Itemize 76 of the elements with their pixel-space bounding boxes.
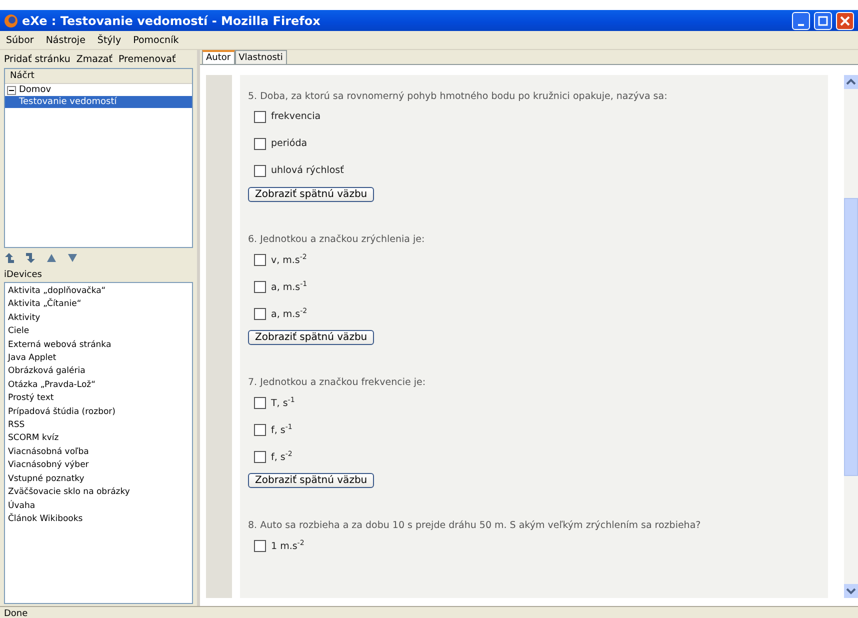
tab[interactable]: Autor — [202, 50, 235, 64]
tab[interactable]: Vlastnosti — [234, 50, 287, 64]
list-item[interactable]: RSS — [8, 419, 189, 432]
list-item[interactable]: Aktivity — [8, 312, 189, 326]
move-up-icon[interactable] — [46, 253, 57, 263]
question-text: 6. Jednotkou a značkou zrýchlenia je: — [248, 234, 426, 245]
feedback-button[interactable]: Zobraziť spätnú väzbu — [248, 473, 374, 488]
list-item[interactable]: Prostý text — [8, 392, 189, 406]
checkbox[interactable] — [254, 254, 266, 266]
minimize-button[interactable] — [792, 12, 810, 30]
option-label: perióda — [271, 138, 308, 149]
checkbox[interactable] — [254, 540, 266, 552]
list-item[interactable]: Prípadová štúdia (rozbor) — [8, 406, 189, 420]
tree-item[interactable]: Testovanie vedomostí — [5, 96, 192, 108]
option-label: uhlová rýchlosť — [271, 165, 344, 176]
checkbox[interactable] — [254, 110, 266, 122]
list-item[interactable]: Aktivita „doplňovačka“ — [8, 285, 189, 298]
status-text: Done — [0, 606, 858, 618]
menu-item[interactable]: Nástroje — [46, 34, 86, 46]
list-item[interactable]: Obrázková galéria — [8, 365, 189, 379]
scroll-down-icon[interactable] — [844, 584, 858, 598]
list-item[interactable]: Ciele — [8, 325, 189, 339]
menu-item[interactable]: Štýly — [97, 34, 122, 46]
checkbox[interactable] — [254, 424, 266, 436]
option-label: a, m.s$^{-1}$ — [271, 280, 308, 294]
list-item[interactable]: Viacnásobná voľba — [8, 446, 189, 460]
checkbox[interactable] — [254, 164, 266, 176]
scroll-up-icon[interactable] — [844, 75, 858, 89]
list-item[interactable]: Otázka „Pravda-Lož“ — [8, 378, 189, 392]
collapse-icon[interactable] — [7, 86, 16, 94]
question-text: 8. Auto sa rozbieha a za dobu 10 s prejde dráhu 50 m. S akým veľkým zrýchlením sa rozbieha? — [248, 520, 702, 531]
maximize-icon — [818, 16, 828, 26]
option-label: frekvencia — [271, 111, 321, 122]
close-button[interactable] — [836, 12, 854, 30]
browser-logo-icon — [4, 14, 18, 28]
toolbar-button[interactable]: Premenovať — [118, 54, 176, 64]
maximize-button[interactable] — [814, 12, 832, 30]
option-label: v, m.s$^{-2}$ — [271, 252, 307, 266]
question-text: 7. Jednotkou a značkou frekvencie je: — [248, 377, 427, 388]
list-item[interactable]: Článok Wikibooks — [8, 512, 189, 526]
checkbox[interactable] — [254, 308, 266, 320]
list-item[interactable]: Úvaha — [8, 500, 189, 513]
checkbox[interactable] — [254, 396, 266, 408]
toolbar-button[interactable]: Pridať stránku — [4, 54, 70, 64]
feedback-button[interactable]: Zobraziť spätnú väzbu — [248, 330, 374, 345]
option-label: f, s$^{-2}$ — [271, 450, 292, 464]
menu-item[interactable]: Pomocník — [133, 34, 179, 46]
minimize-icon — [798, 24, 804, 26]
list-item[interactable]: SCORM kvíz — [8, 432, 189, 446]
list-item[interactable]: Java Applet — [8, 352, 189, 366]
list-item[interactable]: Viacnásobný výber — [8, 459, 189, 473]
list-item[interactable]: Vstupné poznatky — [8, 472, 189, 486]
toolbar-button[interactable]: Zmazať — [76, 54, 112, 64]
demote-arrow-icon[interactable] — [25, 252, 36, 264]
list-item[interactable]: Aktivita „Čítanie“ — [8, 298, 189, 312]
panel-header: Náčrt — [5, 69, 192, 84]
option-label: a, m.s$^{-2}$ — [271, 306, 308, 320]
scroll-thumb[interactable] — [844, 198, 858, 476]
panel-header: iDevices — [3, 269, 43, 282]
window-title: eXe : Testovanie vedomostí - Mozilla Firefox — [22, 14, 322, 28]
option-label: f, s$^{-1}$ — [271, 422, 292, 436]
list-item[interactable]: Zväčšovacie sklo na obrázky — [8, 486, 189, 500]
question-text: 5. Doba, za ktorú sa rovnomerný pohyb hmotného bodu po kružnici opakuje, nazýva sa: — [248, 91, 668, 102]
checkbox[interactable] — [254, 138, 266, 150]
option-label: T, s$^{-1}$ — [271, 396, 295, 410]
checkbox[interactable] — [254, 450, 266, 462]
option-label: 1 m.s$^{-2}$ — [271, 538, 304, 552]
tree-item[interactable]: Domov — [5, 84, 192, 96]
scrollbar[interactable] — [844, 75, 858, 598]
promote-arrow-icon[interactable] — [4, 252, 15, 264]
list-item[interactable]: Externá webová stránka — [8, 338, 189, 352]
move-down-icon[interactable] — [67, 253, 78, 263]
menu-item[interactable]: Súbor — [6, 34, 34, 46]
close-icon — [840, 16, 850, 26]
feedback-button[interactable]: Zobraziť spätnú väzbu — [248, 187, 374, 202]
checkbox[interactable] — [254, 280, 266, 292]
